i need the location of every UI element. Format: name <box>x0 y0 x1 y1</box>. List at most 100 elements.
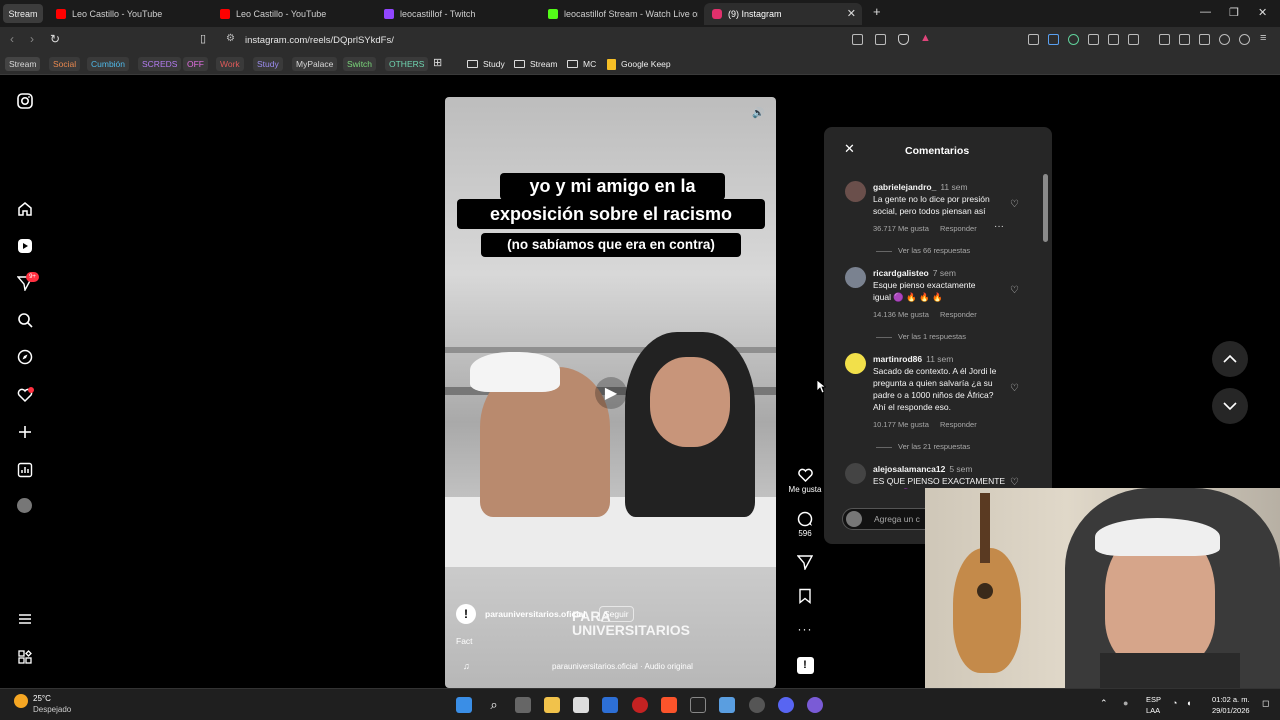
explore-icon[interactable] <box>16 348 33 365</box>
tab-youtube-1[interactable]: Leo Castillo - YouTube <box>48 3 208 25</box>
previous-reel-button[interactable] <box>1212 341 1248 377</box>
reply-button[interactable]: Responder <box>940 310 977 319</box>
menu-icon[interactable]: ≡ <box>1260 32 1266 44</box>
app-icon[interactable] <box>749 697 765 713</box>
address-bar[interactable]: ⚙ instagram.com/reels/DQprlSYkdFs/ <box>218 30 943 50</box>
comment-username[interactable]: martinrod86 11 sem <box>873 354 953 364</box>
workspace-button[interactable]: Stream <box>3 4 43 23</box>
puzzle-icon[interactable] <box>1108 34 1119 45</box>
avatar[interactable] <box>845 181 866 202</box>
comments-scrollbar[interactable] <box>1043 174 1048 242</box>
search-icon[interactable]: ⌕ <box>486 697 502 713</box>
create-icon[interactable] <box>16 423 33 440</box>
home-icon[interactable] <box>16 200 33 217</box>
bookmark-page-icon[interactable]: ▯ <box>200 32 206 45</box>
cast-icon[interactable] <box>852 34 863 45</box>
app-icon[interactable] <box>632 697 648 713</box>
save-button[interactable] <box>787 588 823 606</box>
music-icon[interactable] <box>1159 34 1170 45</box>
audio-label[interactable]: parauniversitarios.oficial · Audio origi… <box>552 662 693 671</box>
bookmark-tag[interactable]: OTHERS <box>385 57 429 71</box>
reload-icon[interactable]: ↻ <box>50 32 60 46</box>
temperature[interactable]: 25°C <box>33 694 51 703</box>
back-icon[interactable]: ‹ <box>10 32 14 46</box>
dashboard-icon[interactable] <box>16 461 33 478</box>
apps-grid-icon[interactable]: ⊞ <box>433 56 442 69</box>
extension-icon[interactable] <box>1068 34 1079 45</box>
bookmark-tag[interactable]: Cumbión <box>87 57 130 71</box>
restore-icon[interactable]: ❐ <box>1229 6 1239 19</box>
windows-start-icon[interactable] <box>456 697 472 713</box>
share-button[interactable] <box>787 554 823 572</box>
app-icon[interactable] <box>807 697 823 713</box>
leo-ai-icon[interactable] <box>1219 34 1230 45</box>
tray-expand-icon[interactable]: ⌃ <box>1100 698 1108 709</box>
bookmark-folder-mc[interactable]: MC <box>567 57 596 71</box>
comment-username[interactable]: gabrielejandro_ 11 sem <box>873 182 968 192</box>
bookmark-tag[interactable]: MyPalace <box>292 57 338 71</box>
comment-username[interactable]: alejosalamanca12 5 sem <box>873 464 972 474</box>
also-from-meta-icon[interactable] <box>16 648 33 665</box>
like-button[interactable]: Me gusta <box>787 467 823 494</box>
close-icon[interactable]: ✕ <box>844 141 855 157</box>
view-replies[interactable]: Ver las 1 respuestas <box>876 332 966 341</box>
comment-like-icon[interactable]: ♡ <box>1010 477 1019 488</box>
search-icon[interactable] <box>16 311 33 328</box>
tab-kick[interactable]: leocastillof Stream - Watch Live on K <box>540 3 698 25</box>
file-explorer-icon[interactable] <box>544 697 560 713</box>
close-tab-icon[interactable]: ✕ <box>847 7 856 20</box>
brave-icon[interactable] <box>661 697 677 713</box>
mute-icon[interactable]: 🔊 <box>752 108 764 119</box>
comment-button[interactable]: 596 <box>787 511 823 538</box>
avatar[interactable] <box>845 267 866 288</box>
tab-instagram[interactable]: (9) Instagram ✕ <box>704 3 862 25</box>
comment-username[interactable]: ricardgalisteo 7 sem <box>873 268 956 278</box>
site-info-icon[interactable]: ⚙ <box>226 33 235 44</box>
comment-like-icon[interactable]: ♡ <box>1010 285 1019 296</box>
microphone-icon[interactable]: ● <box>1123 698 1128 708</box>
brave-shield-icon[interactable] <box>898 34 909 45</box>
screenshot-icon[interactable] <box>1128 34 1139 45</box>
vpn-icon[interactable] <box>1239 34 1250 45</box>
extension-icon[interactable] <box>1048 34 1059 45</box>
comment-more-icon[interactable]: ··· <box>994 221 1004 232</box>
sidebar-icon[interactable] <box>1179 34 1190 45</box>
instagram-logo-icon[interactable] <box>16 92 33 109</box>
avatar[interactable] <box>845 353 866 374</box>
bookmark-tag[interactable]: Social <box>49 57 81 71</box>
epic-games-icon[interactable] <box>690 697 706 713</box>
notification-center-icon[interactable]: ◻ <box>1262 698 1269 709</box>
network-icon[interactable]: ◔ <box>1172 698 1177 708</box>
store-icon[interactable] <box>573 697 589 713</box>
bookmark-tag[interactable]: SCREDS <box>138 57 182 71</box>
minimize-icon[interactable]: — <box>1200 6 1211 18</box>
new-tab-button[interactable]: + <box>873 4 881 19</box>
extension-icon[interactable] <box>1088 34 1099 45</box>
reply-button[interactable]: Responder <box>940 224 977 233</box>
view-replies[interactable]: Ver las 66 respuestas <box>876 246 970 255</box>
bookmark-tag[interactable]: Study <box>253 57 283 71</box>
tab-youtube-2[interactable]: Leo Castillo - YouTube <box>212 3 372 25</box>
extension-icon[interactable] <box>1028 34 1039 45</box>
reel-video[interactable]: yo y mi amigo en la exposición sobre el … <box>445 97 776 688</box>
clock-time[interactable]: 01:02 a. m. <box>1212 695 1250 704</box>
audio-thumbnail[interactable]: ! <box>787 657 823 674</box>
reply-button[interactable]: Responder <box>940 420 977 429</box>
next-reel-button[interactable] <box>1212 388 1248 424</box>
share-icon[interactable] <box>875 34 886 45</box>
view-replies[interactable]: Ver las 21 respuestas <box>876 442 970 451</box>
bookmark-google-keep[interactable]: Google Keep <box>607 57 671 71</box>
bookmark-tag[interactable]: Switch <box>343 57 377 71</box>
volume-icon[interactable]: ◖ <box>1186 698 1191 708</box>
clock-date[interactable]: 29/01/2026 <box>1212 706 1250 715</box>
task-view-icon[interactable] <box>515 697 531 713</box>
bookmark-folder-study[interactable]: Study <box>467 57 505 71</box>
weather-icon[interactable] <box>14 694 28 708</box>
more-menu-icon[interactable] <box>16 610 33 627</box>
account-avatar[interactable]: ! <box>456 604 476 624</box>
avatar[interactable] <box>845 463 866 484</box>
brave-rewards-icon[interactable]: ▲ <box>920 32 931 44</box>
play-icon[interactable]: ▶ <box>595 377 627 409</box>
discord-icon[interactable] <box>778 697 794 713</box>
wallet-icon[interactable] <box>1199 34 1210 45</box>
